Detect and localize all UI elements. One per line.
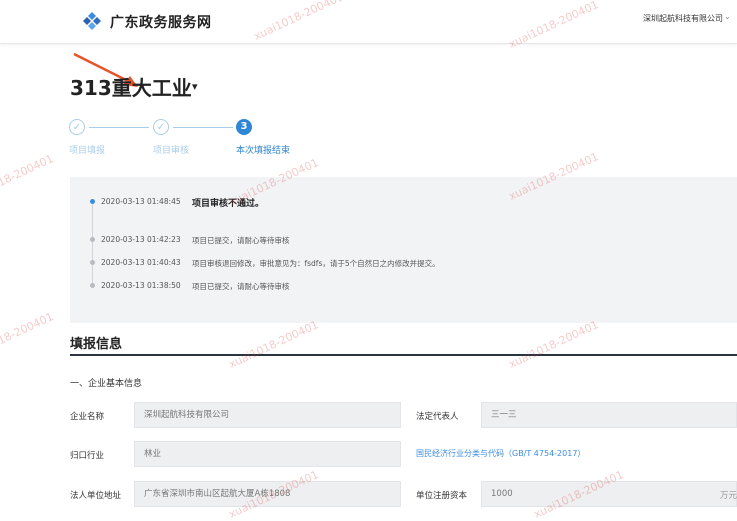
company-name-label: 企业名称 <box>70 412 105 422</box>
legal-rep-field[interactable]: 三一三 <box>481 402 737 428</box>
timeline-time: 2020-03-13 01:42:23 <box>101 235 181 244</box>
step-2-check-icon: ✓ <box>153 119 169 135</box>
timeline-message: 项目审核退回修改，审批意见为：fsdfs，请于5个自然日之内修改并提交。 <box>192 259 440 268</box>
timeline-message: 项目审核不通过。 <box>192 199 265 209</box>
site-name[interactable]: 广东政务服务网 <box>110 12 212 32</box>
watermark: xuai1018-200401 <box>506 318 601 371</box>
legal-rep-label: 法定代表人 <box>416 412 459 422</box>
timeline-dot-icon <box>90 283 95 288</box>
industry-label: 归口行业 <box>70 451 105 461</box>
step-3-number: 3 <box>236 119 252 135</box>
timeline-time: 2020-03-13 01:38:50 <box>101 281 181 290</box>
timeline-dot-icon <box>90 260 95 265</box>
timeline-message: 项目已提交，请耐心等待审核 <box>192 282 290 291</box>
capital-unit: 万元 <box>720 491 737 501</box>
section-divider <box>70 354 737 356</box>
step-connector <box>89 127 149 128</box>
timeline-message: 项目已提交，请耐心等待审核 <box>192 236 290 245</box>
step-2-label: 项目审核 <box>153 146 190 156</box>
subsection-title: 一、企业基本信息 <box>70 379 143 389</box>
step-1-label: 项目填报 <box>69 146 106 156</box>
address-label: 法人单位地址 <box>70 491 122 501</box>
watermark: xuai1018-200401 <box>226 318 321 371</box>
project-title: 313重大工业 <box>70 76 192 100</box>
step-1-check-icon: ✓ <box>69 119 85 135</box>
company-name-field[interactable]: 深圳起航科技有限公司 <box>134 402 401 428</box>
capital-label: 单位注册资本 <box>416 491 468 501</box>
user-name[interactable]: 深圳起航科技有限公司 <box>643 13 723 24</box>
project-dropdown-caret-icon[interactable]: ▾ <box>192 80 198 93</box>
timeline-line <box>92 203 93 287</box>
progress-steps: ✓ ✓ 3 项目填报 项目审核 本次填报结束 <box>69 119 369 159</box>
audit-timeline: 2020-03-13 01:48:45 项目审核不通过。 2020-03-13 … <box>70 177 737 323</box>
address-field[interactable]: 广东省深圳市南山区起航大厦A栋1808 <box>134 481 401 507</box>
industry-classification-link[interactable]: 国民经济行业分类与代码（GB/T 4754-2017） <box>416 448 585 459</box>
timeline-dot-icon <box>90 199 95 204</box>
industry-field[interactable]: 林业 <box>134 441 401 467</box>
timeline-time: 2020-03-13 01:48:45 <box>101 197 181 206</box>
timeline-time: 2020-03-13 01:40:43 <box>101 258 181 267</box>
watermark: xuai1018-200401 <box>0 310 56 363</box>
timeline-dot-icon <box>90 237 95 242</box>
site-logo-icon[interactable] <box>82 11 102 31</box>
capital-field[interactable]: 1000 <box>481 481 737 507</box>
section-title: 填报信息 <box>70 337 123 352</box>
watermark: xuai1018-200401 <box>0 152 56 205</box>
step-connector <box>173 127 233 128</box>
step-3-label: 本次填报结束 <box>236 146 291 156</box>
user-menu-chevron-icon[interactable]: ⌄ <box>724 12 731 21</box>
top-header: 广东政务服务网 深圳起航科技有限公司 ⌄ <box>0 0 737 44</box>
